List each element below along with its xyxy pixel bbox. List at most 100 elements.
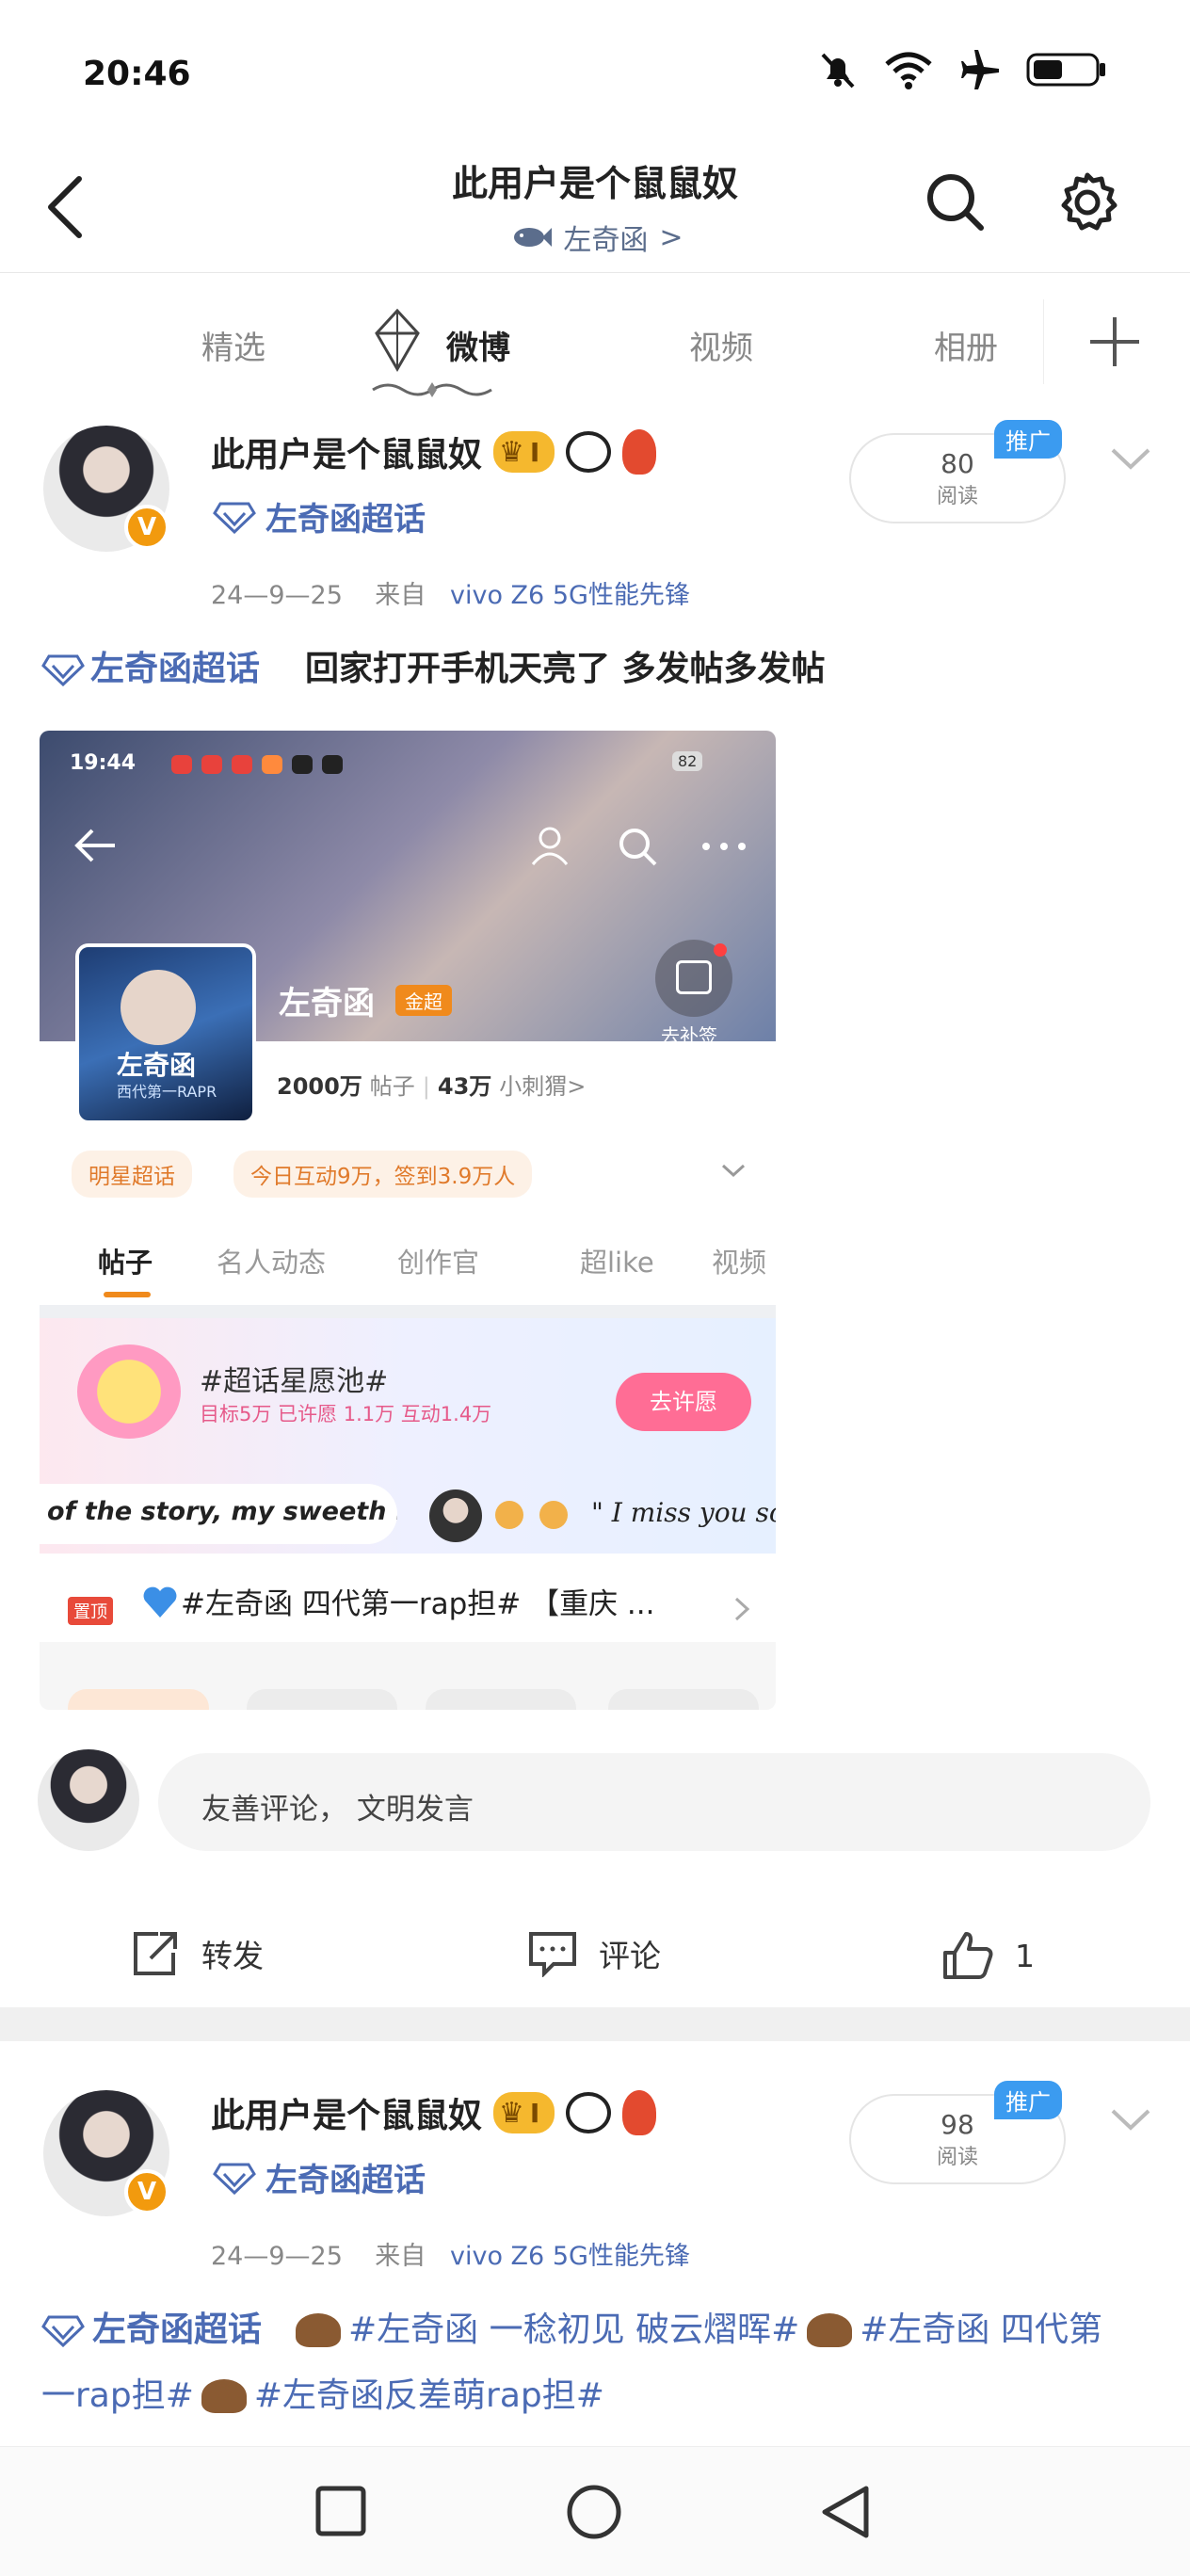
post-image[interactable]: 19:44 82 左奇函 西代第一RAPR 左奇函 金超 去补签 2000万 帖…: [40, 731, 776, 1710]
post-hashtag[interactable]: #左奇函 四代第: [860, 2297, 1102, 2363]
post-hashtag[interactable]: #左奇函反差萌rap担#: [254, 2363, 604, 2429]
image-cover: 左奇函 西代第一RAPR: [75, 943, 256, 1124]
device-label[interactable]: vivo Z6 5G性能先锋: [450, 2242, 690, 2271]
image-name: 左奇函: [279, 985, 375, 1022]
super-topic-tag[interactable]: 左奇函超话: [213, 2154, 426, 2200]
fans-label: 小刺猬>: [499, 1073, 587, 1100]
tab-featured[interactable]: 精选: [201, 322, 265, 368]
like-button[interactable]: 1: [941, 1930, 1035, 1981]
crown-level-icon: ♛ I: [493, 2092, 555, 2133]
parrot-icon: [622, 429, 657, 475]
image-more-icon: [702, 843, 746, 850]
comment-button[interactable]: 评论: [527, 1930, 661, 1977]
tab-decoration-icon: [375, 308, 420, 372]
post-text: 左奇函超话 回家打开手机天亮了 多发帖多发帖: [41, 636, 826, 702]
pinned-text: #左奇函 四代第一rap担# 【重庆 ...: [181, 1587, 655, 1621]
post-topic-link[interactable]: 左奇函超话: [90, 636, 260, 702]
search-button[interactable]: [923, 169, 989, 235]
settings-button[interactable]: [1054, 169, 1120, 235]
pin-badge: 置顶: [68, 1597, 113, 1625]
page-title: 此用户是个鼠鼠奴: [451, 163, 738, 204]
repost-button[interactable]: 转发: [130, 1930, 264, 1977]
plus-icon: [1089, 317, 1139, 366]
airplane-mode-icon: [961, 50, 999, 89]
wish-stats: 目标5万 已许愿 1.1万 互动1.4万: [200, 1403, 492, 1425]
image-back-icon: [74, 829, 115, 862]
search-icon: [927, 174, 984, 231]
comment-input[interactable]: 友善评论， 文明发言: [158, 1753, 1150, 1851]
device-label[interactable]: vivo Z6 5G性能先锋: [450, 581, 690, 610]
header-bar: 此用户是个鼠鼠奴 左奇函 >: [0, 141, 1190, 273]
share-icon: [134, 1932, 177, 1975]
user-row: 此用户是个鼠鼠奴 ♛ I: [211, 427, 657, 476]
star-topic-tag: 明星超话: [72, 1151, 192, 1198]
subtitle-arrow: >: [659, 220, 683, 254]
image-status-time: 19:44: [70, 751, 137, 775]
user-name[interactable]: 此用户是个鼠鼠奴: [211, 427, 482, 476]
status-time: 20:46: [83, 55, 191, 93]
chevron-down-icon[interactable]: [1107, 443, 1154, 475]
home-icon[interactable]: [565, 2483, 623, 2541]
status-bar: 20:46: [0, 0, 1190, 141]
post-topic-link[interactable]: 左奇函超话: [92, 2297, 262, 2363]
tab-album[interactable]: 相册: [934, 322, 998, 368]
action-bar: 转发 评论 1: [0, 1892, 1190, 2005]
image-chevron-icon: [721, 1164, 746, 1178]
tab-underline: [104, 1292, 151, 1297]
super-topic-label: 左奇函超话: [265, 501, 426, 539]
battery-icon: [1026, 53, 1105, 87]
tab-video[interactable]: 视频: [689, 322, 753, 368]
panda-icon: [566, 2092, 612, 2133]
post-text-line2: 一rap担# #左奇函反差萌rap担#: [41, 2363, 604, 2429]
marquee-left: of the story, my sweeth ...: [40, 1484, 397, 1544]
recent-apps-icon[interactable]: [314, 2485, 367, 2537]
fish-icon: [514, 228, 553, 247]
diamond-icon: [41, 654, 85, 686]
comment-icon: [529, 1932, 576, 1977]
back-nav-icon[interactable]: [819, 2483, 872, 2541]
image-bottom-strip: [40, 1642, 776, 1710]
image-tab-posts: 帖子: [98, 1247, 153, 1279]
read-label: 阅读: [936, 485, 978, 508]
post-divider: [0, 2007, 1190, 2041]
post-meta: 24—9—25 来自 vivo Z6 5G性能先锋: [211, 2235, 690, 2272]
diamond-icon: [213, 2163, 256, 2195]
chevron-down-icon[interactable]: [1107, 2103, 1154, 2135]
image-divider: [40, 1305, 776, 1318]
blue-heart-icon: [143, 1586, 177, 1618]
cover-text: 左奇函: [117, 1050, 197, 1081]
read-label: 阅读: [936, 2146, 978, 2169]
system-nav-bar: [0, 2446, 1190, 2576]
image-gold-badge: 金超: [395, 985, 452, 1016]
diamond-icon: [41, 2315, 85, 2347]
source-prefix: 来自: [375, 581, 426, 610]
calendar-icon: [655, 940, 732, 1017]
user-row: 此用户是个鼠鼠奴 ♛ I: [211, 2088, 657, 2137]
thumbs-up-icon: [943, 1932, 993, 1979]
chain-decoration-icon: [372, 382, 492, 397]
image-tab-video: 视频: [712, 1247, 767, 1279]
super-topic-link[interactable]: 左奇函 >: [0, 217, 1190, 258]
wish-button: 去许愿: [616, 1373, 751, 1431]
marquee-emoji: [495, 1501, 568, 1536]
super-topic-tag[interactable]: 左奇函超话: [213, 493, 426, 539]
post-card: V 此用户是个鼠鼠奴 ♛ I 左奇函超话 24—9—25 来自 vivo Z6 …: [0, 2041, 1190, 2446]
add-tab-button[interactable]: [1043, 299, 1184, 384]
crown-icon: ♛: [499, 2096, 524, 2130]
crown-level-icon: ♛ I: [493, 431, 555, 473]
post-hashtag[interactable]: 一rap担#: [41, 2363, 194, 2429]
post-meta: 24—9—25 来自 vivo Z6 5G性能先锋: [211, 574, 690, 611]
user-name[interactable]: 此用户是个鼠鼠奴: [211, 2088, 482, 2137]
image-search-icon: [619, 829, 657, 866]
promo-tag: 推广: [994, 420, 1062, 459]
wish-title: #超话星愿池#: [200, 1365, 389, 1398]
fans-count: 43万: [437, 1073, 492, 1100]
post-body: 回家打开手机天亮了 多发帖多发帖: [305, 650, 826, 688]
post-hashtag[interactable]: #左奇函 一稔初见 破云熠晖#: [348, 2297, 799, 2363]
marquee-avatar: [429, 1489, 482, 1542]
wifi-icon: [885, 52, 932, 89]
tab-weibo[interactable]: 微博: [446, 322, 510, 368]
diamond-icon: [213, 502, 256, 534]
image-tab-superlike: 超like: [580, 1247, 654, 1279]
post-date: 24—9—25: [211, 581, 343, 610]
